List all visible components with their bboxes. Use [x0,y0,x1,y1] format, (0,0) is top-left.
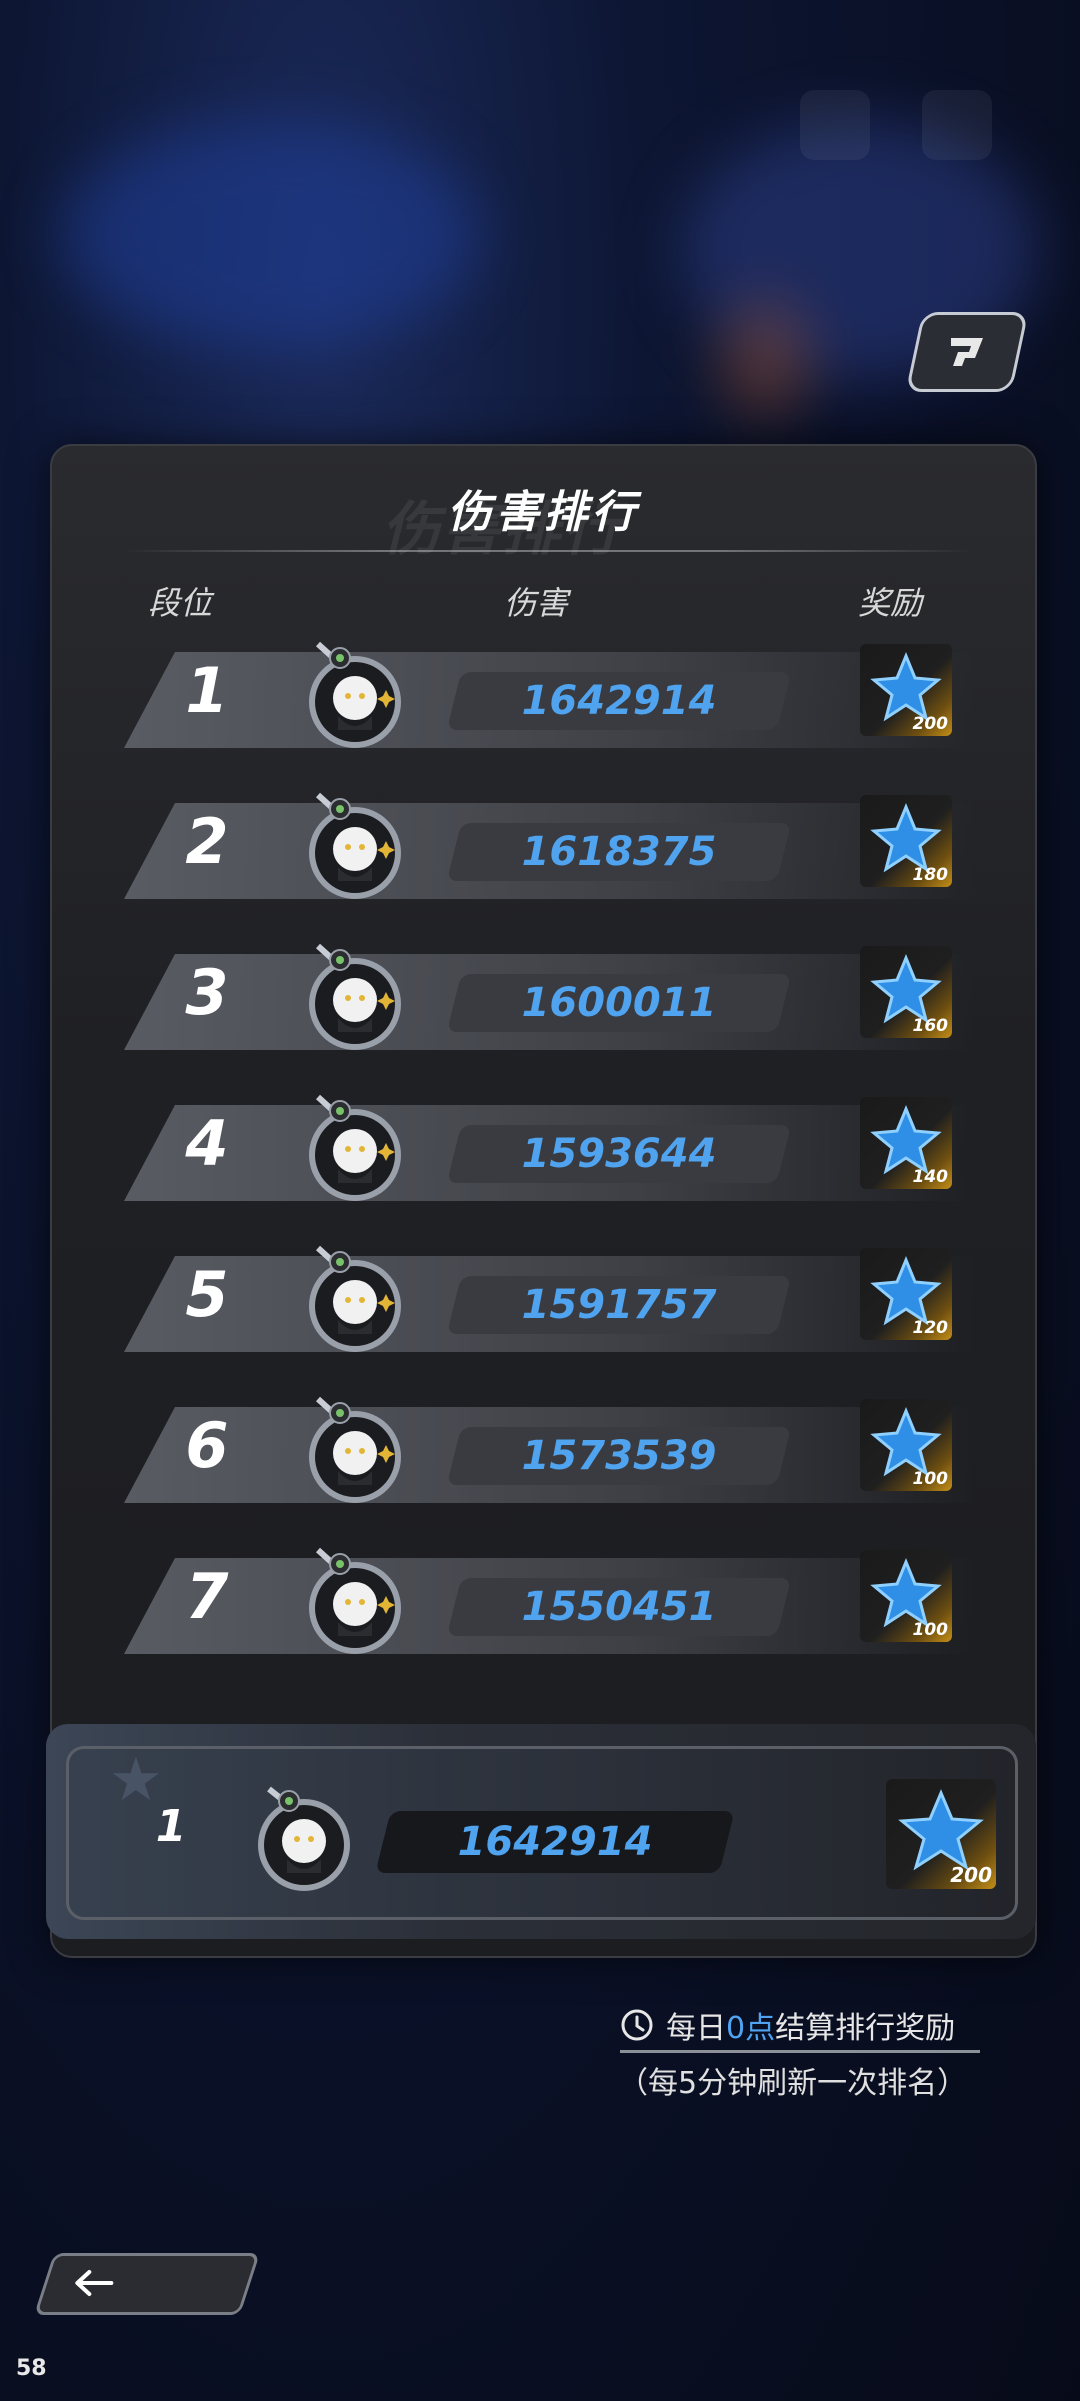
my-rank-card: ★ 1 1642914 200 [46,1724,1036,1939]
clock-icon [621,2009,653,2041]
damage-value: 1550451 [521,1584,717,1630]
notice-highlight: 0点 [726,2011,776,2046]
background-glow [720,300,810,420]
reward-count: 100 [912,1469,949,1489]
table-row[interactable]: 6 1573539 100 [124,1391,1014,1515]
settlement-notice: 每日0点结算排行奖励 [620,2000,980,2053]
back-arrow-icon [75,2270,114,2296]
fps-counter: 58 [16,2356,47,2381]
reward-item[interactable]: 120 [860,1248,952,1340]
notice-prefix: 每日 [666,2011,726,2046]
damage-value: 1593644 [521,1131,717,1177]
reward-count: 120 [912,1318,949,1338]
avatar-badge-icon [309,1245,401,1352]
panel-title: 伤害排行 [447,487,640,538]
notice-text: 每日0点结算排行奖励 [666,2003,955,2047]
reward-item[interactable]: 100 [860,1399,952,1491]
avatar-badge-icon [258,1786,350,1891]
avatar[interactable] [300,1242,410,1358]
rank-number: 4 [185,1107,229,1180]
my-damage-value: 1642914 [457,1819,653,1865]
rank-number: 5 [185,1258,229,1331]
avatar[interactable] [300,1091,410,1207]
reward-item[interactable]: 200 [860,644,952,736]
reward-count: 160 [912,1016,949,1036]
avatar[interactable] [300,638,410,754]
reward-item[interactable]: 100 [860,1550,952,1642]
background-button [922,90,992,160]
avatar[interactable] [300,1544,410,1660]
reward-count: 200 [912,714,949,734]
avatar-badge-icon [309,1547,401,1654]
rank-number: 1 [185,654,229,727]
damage-value: 1591757 [521,1282,717,1328]
reward-count: 140 [912,1167,949,1187]
background-button [800,90,870,160]
avatar-badge-icon [309,641,401,748]
avatar[interactable] [300,1393,410,1509]
rank-number: 7 [185,1560,229,1633]
my-reward-item[interactable]: 200 [886,1779,996,1889]
table-row[interactable]: 2 1618375 180 [124,787,1014,911]
rank-number: 6 [185,1409,229,1482]
background-glow [60,120,480,350]
my-reward-count: 200 [950,1863,992,1887]
reward-item[interactable]: 140 [860,1097,952,1189]
reward-item[interactable]: 160 [860,946,952,1038]
damage-value: 1573539 [521,1433,717,1479]
avatar-badge-icon [309,1094,401,1201]
reward-item[interactable]: 180 [860,795,952,887]
header-damage: 伤害 [504,584,569,622]
avatar[interactable] [300,789,410,905]
header-rank: 段位 [148,584,213,622]
rank-number: 3 [185,956,229,1029]
table-row[interactable]: 7 1550451 100 [124,1542,1014,1666]
table-row[interactable]: 3 1600011 160 [124,938,1014,1062]
title-divider [122,550,975,552]
damage-value: 1600011 [521,980,717,1026]
damage-value: 1642914 [521,678,717,724]
refresh-notice: （每5分钟刷新一次排名） [618,2066,968,2101]
avatar-badge-icon [309,1396,401,1503]
avatar[interactable] [249,1781,359,1897]
avatar-badge-icon [309,792,401,899]
back-button[interactable] [33,2253,261,2315]
notice-suffix: 结算排行奖励 [775,2011,956,2046]
panel-title-area: 伤害排行 伤害排行 [52,476,1035,563]
share-button[interactable] [905,312,1029,392]
avatar-badge-icon [309,943,401,1050]
header-reward: 奖励 [858,584,923,622]
table-row[interactable]: 5 1591757 120 [124,1240,1014,1364]
damage-value: 1618375 [521,829,717,875]
table-row[interactable]: 4 1593644 140 [124,1089,1014,1213]
my-rank-inner: ★ 1 1642914 200 [66,1745,1018,1920]
avatar[interactable] [300,940,410,1056]
table-row[interactable]: 1 1642914 200 [124,636,1014,760]
share-icon [951,338,983,366]
reward-count: 100 [912,1620,949,1640]
rank-number: 2 [185,805,229,878]
my-rank-number: 1 [155,1801,187,1852]
reward-count: 180 [912,865,949,885]
